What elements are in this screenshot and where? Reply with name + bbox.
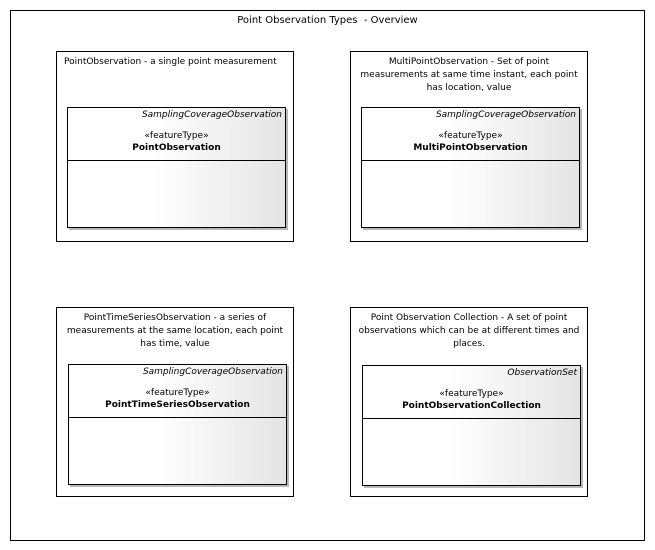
- class-header: SamplingCoverageObservation «featureType…: [69, 365, 286, 417]
- class-point-timeseries-observation[interactable]: SamplingCoverageObservation «featureType…: [68, 364, 287, 485]
- class-point-observation-collection[interactable]: ObservationSet «featureType» PointObserv…: [362, 365, 581, 486]
- class-name: MultiPointObservation: [413, 143, 528, 153]
- class-name: PointObservation: [132, 143, 221, 153]
- class-parent-label: SamplingCoverageObservation: [141, 110, 282, 120]
- class-multipoint-observation[interactable]: SamplingCoverageObservation «featureType…: [361, 107, 580, 228]
- class-parent-label: SamplingCoverageObservation: [435, 110, 576, 120]
- class-header: SamplingCoverageObservation «featureType…: [68, 108, 285, 160]
- class-compartment-divider: [69, 417, 286, 418]
- class-parent-label: SamplingCoverageObservation: [142, 367, 283, 377]
- note-point-timeseries-observation[interactable]: PointTimeSeriesObservation - a series of…: [56, 307, 294, 497]
- class-stereotype: «featureType»: [145, 388, 210, 398]
- class-parent-label: ObservationSet: [507, 368, 577, 378]
- class-stereotype: «featureType»: [439, 389, 504, 399]
- class-compartment-divider: [363, 418, 580, 419]
- note-text: PointTimeSeriesObservation - a series of…: [66, 313, 284, 349]
- note-point-observation-collection[interactable]: Point Observation Collection - A set of …: [350, 307, 588, 497]
- note-text: MultiPointObservation - Set of point mea…: [360, 57, 578, 93]
- class-point-observation[interactable]: SamplingCoverageObservation «featureType…: [67, 107, 286, 228]
- note-text: Point Observation Collection - A set of …: [358, 313, 580, 349]
- class-stereotype: «featureType»: [144, 131, 209, 141]
- class-header: ObservationSet «featureType» PointObserv…: [363, 366, 580, 418]
- note-multipoint-observation[interactable]: MultiPointObservation - Set of point mea…: [350, 51, 588, 242]
- class-name: PointObservationCollection: [402, 401, 541, 411]
- class-header: SamplingCoverageObservation «featureType…: [362, 108, 579, 160]
- class-compartment-divider: [362, 160, 579, 161]
- note-point-observation[interactable]: PointObservation - a single point measur…: [56, 51, 294, 242]
- note-text: PointObservation - a single point measur…: [64, 57, 277, 67]
- class-compartment-divider: [68, 160, 285, 161]
- class-name: PointTimeSeriesObservation: [105, 400, 250, 410]
- diagram-title: Point Observation Types - Overview: [237, 15, 418, 26]
- class-stereotype: «featureType»: [438, 131, 503, 141]
